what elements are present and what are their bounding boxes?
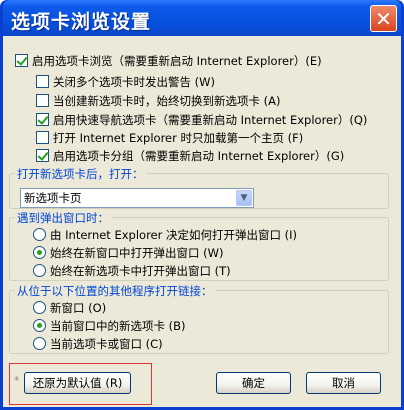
links-current-tab-label: 当前选项卡或窗口 (C) bbox=[50, 336, 163, 351]
popup-ie-decide-radio[interactable] bbox=[33, 228, 46, 241]
links-new-tab-label: 当前窗口中的新选项卡 (B) bbox=[50, 318, 186, 333]
tab-groups-checkbox[interactable] bbox=[36, 149, 49, 162]
tab-groups-option[interactable]: 启用选项卡分组（需要重新启动 Internet Explorer）(G) bbox=[36, 147, 344, 164]
popup-new-tab-option[interactable]: 始终在新选项卡中打开弹出窗口 (T) bbox=[33, 262, 231, 279]
new-tab-group: 打开新选项卡后，打开： 新选项卡页 ▼ bbox=[9, 166, 389, 209]
warn-close-tabs-checkbox[interactable] bbox=[36, 75, 49, 88]
warn-close-tabs-label: 关闭多个选项卡时发出警告 (W) bbox=[53, 74, 215, 89]
links-current-tab-radio[interactable] bbox=[33, 337, 46, 350]
first-home-page-label: 打开 Internet Explorer 时只加载第一个主页 (F) bbox=[53, 130, 304, 145]
popup-new-window-option[interactable]: 始终在新窗口中打开弹出窗口 (W) bbox=[33, 244, 224, 261]
switch-new-tab-label: 当创建新选项卡时，始终切换到新选项卡 (A) bbox=[53, 93, 281, 108]
enable-tabbed-browsing-label: 启用选项卡浏览（需要重新启动 Internet Explorer）(E) bbox=[32, 53, 322, 68]
switch-new-tab-checkbox[interactable] bbox=[36, 94, 49, 107]
links-new-window-option[interactable]: 新窗口 (O) bbox=[33, 299, 106, 316]
cancel-button[interactable]: 取消 bbox=[306, 372, 381, 394]
window-title: 选项卡浏览设置 bbox=[11, 11, 152, 33]
close-button[interactable]: ✕ bbox=[370, 5, 397, 32]
popup-new-window-radio[interactable] bbox=[33, 246, 46, 259]
quick-tabs-checkbox[interactable] bbox=[36, 113, 49, 126]
links-new-tab-radio[interactable] bbox=[33, 319, 46, 332]
links-group-label: 从位于以下位置的其他程序打开链接： bbox=[15, 283, 215, 299]
ok-button[interactable]: 确定 bbox=[216, 372, 291, 394]
links-new-tab-option[interactable]: 当前窗口中的新选项卡 (B) bbox=[33, 317, 186, 334]
enable-tabbed-browsing-option[interactable]: 启用选项卡浏览（需要重新启动 Internet Explorer）(E) bbox=[15, 52, 322, 69]
popup-new-window-label: 始终在新窗口中打开弹出窗口 (W) bbox=[50, 245, 224, 260]
quick-tabs-label: 启用快速导航选项卡（需要重新启动 Internet Explorer）(Q) bbox=[53, 112, 368, 127]
first-home-page-option[interactable]: 打开 Internet Explorer 时只加载第一个主页 (F) bbox=[36, 129, 303, 146]
restore-defaults-button[interactable]: 还原为默认值 (R) bbox=[24, 372, 131, 394]
close-icon: ✕ bbox=[375, 6, 392, 31]
popup-ie-decide-label: 由 Internet Explorer 决定如何打开弹出窗口 (I) bbox=[50, 227, 298, 242]
tab-groups-label: 启用选项卡分组（需要重新启动 Internet Explorer）(G) bbox=[53, 148, 345, 163]
new-tab-select-value: 新选项卡页 bbox=[24, 191, 82, 205]
quick-tabs-option[interactable]: 启用快速导航选项卡（需要重新启动 Internet Explorer）(Q) bbox=[36, 111, 367, 128]
enable-tabbed-browsing-checkbox[interactable] bbox=[15, 54, 28, 67]
switch-new-tab-option[interactable]: 当创建新选项卡时，始终切换到新选项卡 (A) bbox=[36, 92, 281, 109]
new-tab-select[interactable]: 新选项卡页 ▼ bbox=[20, 188, 254, 208]
title-bar[interactable]: 选项卡浏览设置 ✕ bbox=[3, 0, 401, 36]
popup-new-tab-label: 始终在新选项卡中打开弹出窗口 (T) bbox=[50, 263, 231, 278]
new-tab-group-label: 打开新选项卡后，打开： bbox=[15, 166, 146, 182]
dialog-body: 启用选项卡浏览（需要重新启动 Internet Explorer）(E) 关闭多… bbox=[3, 36, 401, 407]
popup-ie-decide-option[interactable]: 由 Internet Explorer 决定如何打开弹出窗口 (I) bbox=[33, 226, 297, 243]
links-new-window-label: 新窗口 (O) bbox=[50, 300, 107, 315]
popup-group-label: 遇到弹出窗口时： bbox=[15, 210, 111, 226]
chevron-down-icon[interactable]: ▼ bbox=[236, 190, 252, 206]
warn-close-tabs-option[interactable]: 关闭多个选项卡时发出警告 (W) bbox=[36, 73, 215, 90]
dialog-window: 选项卡浏览设置 ✕ 启用选项卡浏览（需要重新启动 Internet Explor… bbox=[0, 0, 404, 410]
first-home-page-checkbox[interactable] bbox=[36, 131, 49, 144]
popup-new-tab-radio[interactable] bbox=[33, 264, 46, 277]
links-current-tab-option[interactable]: 当前选项卡或窗口 (C) bbox=[33, 335, 163, 352]
footnote-mark: * bbox=[14, 374, 20, 387]
links-new-window-radio[interactable] bbox=[33, 301, 46, 314]
